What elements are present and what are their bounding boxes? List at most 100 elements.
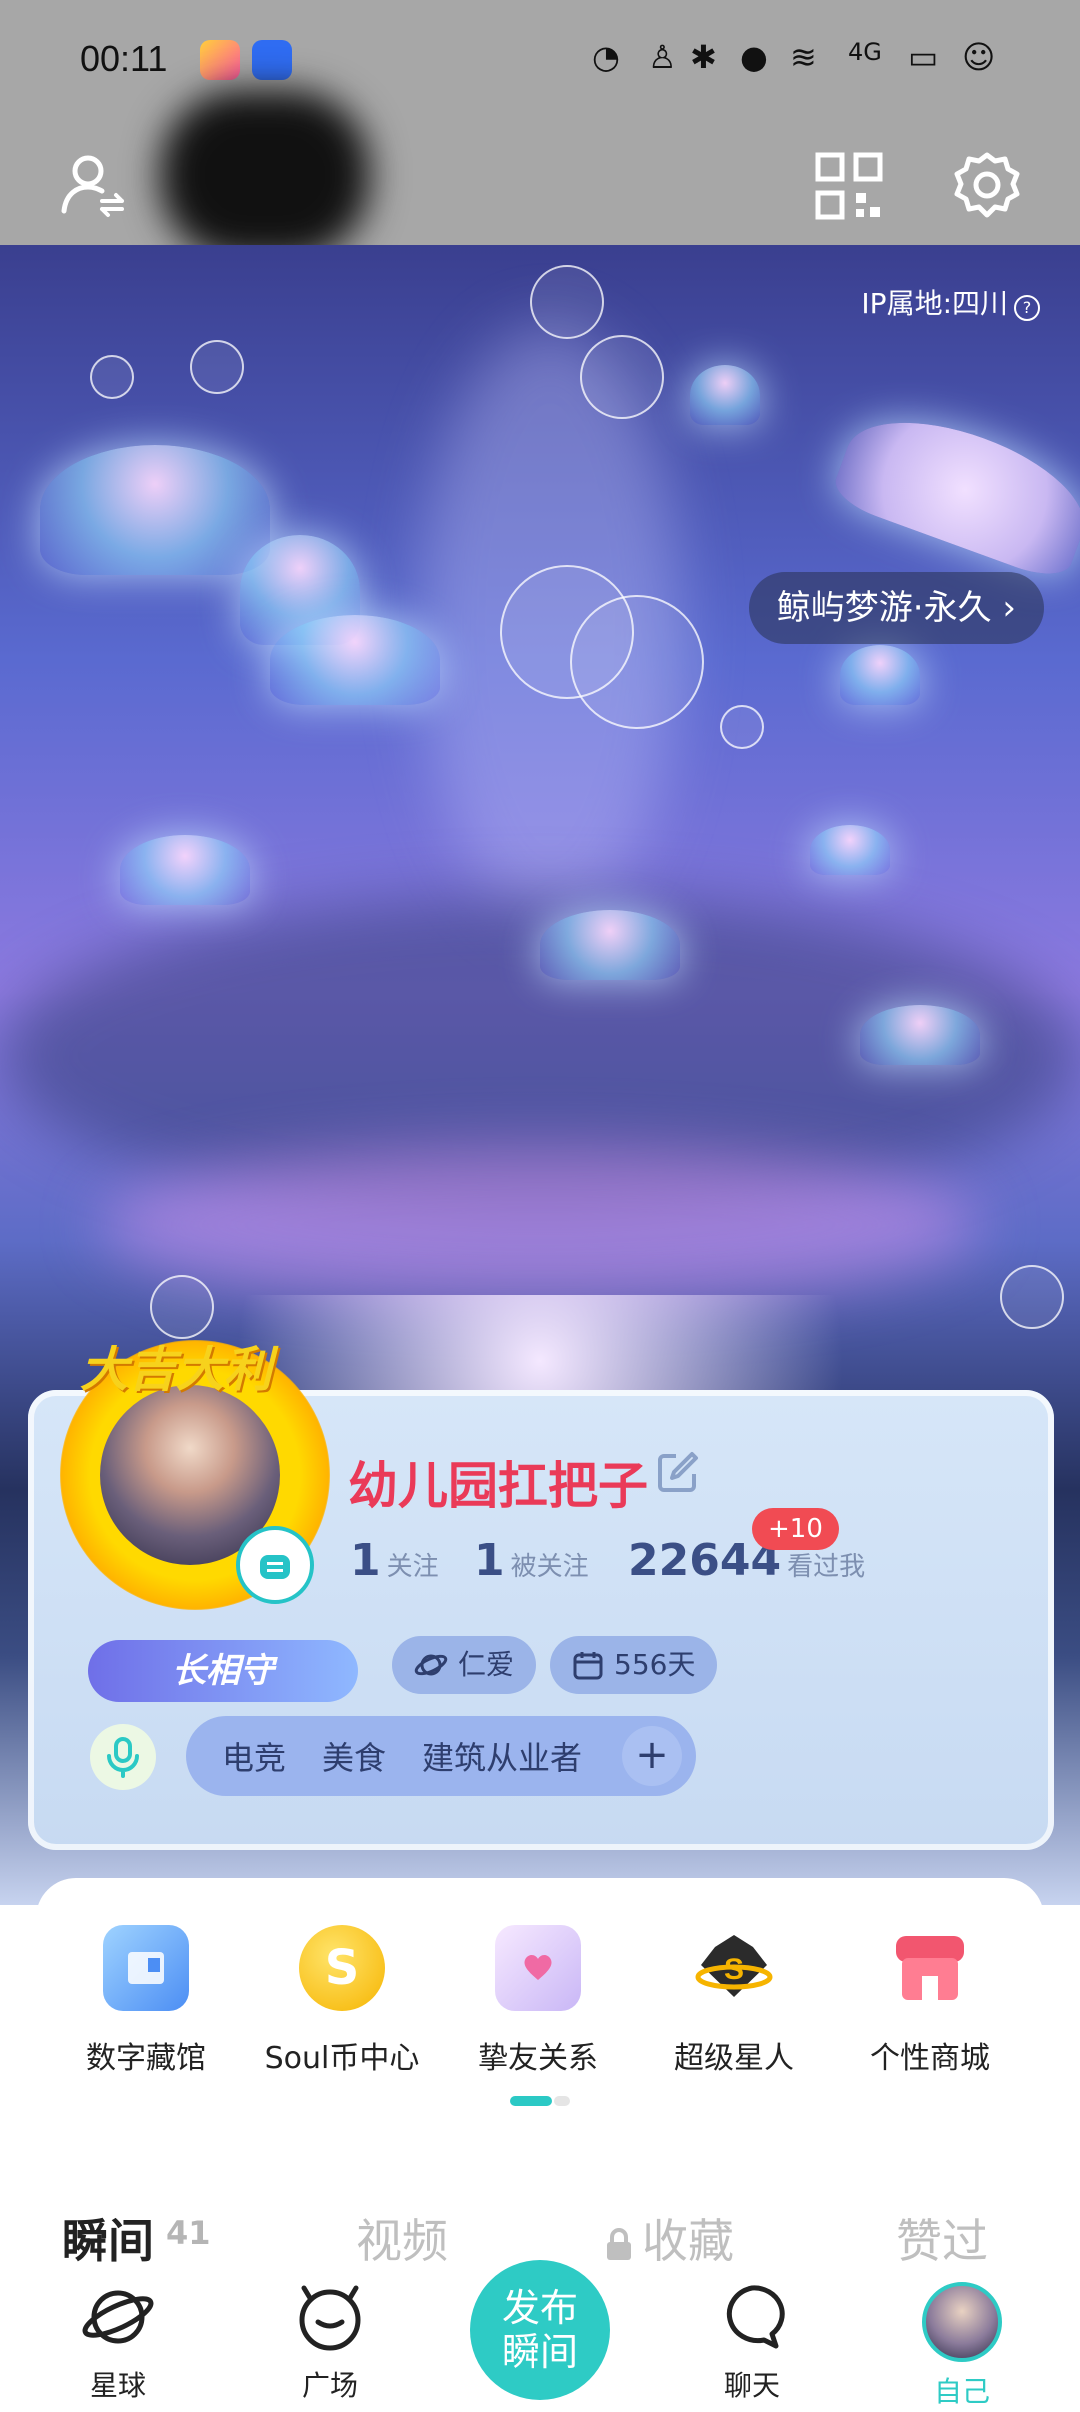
function-label: 挚友关系: [478, 2041, 598, 2076]
app-notification-icon: [200, 40, 240, 80]
followers-stat[interactable]: 1 被关注: [474, 1535, 589, 1586]
function-label: Soul币中心: [264, 2041, 420, 2076]
settings-gear-icon[interactable]: [950, 149, 1024, 223]
jellyfish: [40, 445, 270, 575]
switch-account-icon[interactable]: [58, 151, 128, 221]
trait-chip[interactable]: 仁爱: [392, 1636, 537, 1694]
redacted-area: [160, 90, 370, 260]
jellyfish: [120, 835, 250, 905]
bubble: [720, 705, 764, 749]
function-digital-museum[interactable]: 数字藏馆: [56, 1925, 236, 2077]
days-label: 556天: [614, 1648, 696, 1681]
tag-item[interactable]: 美食: [322, 1733, 386, 1779]
water-reflection: [100, 1145, 980, 1305]
following-count: 1: [350, 1535, 381, 1586]
trait-label: 仁爱: [458, 1648, 515, 1681]
nav-label: 聊天: [723, 2369, 780, 2402]
square-face-icon: [299, 2285, 361, 2351]
jellyfish: [860, 1005, 980, 1065]
tag-item[interactable]: 建筑从业者: [422, 1733, 582, 1779]
jellyfish: [810, 825, 890, 875]
super-star-icon: S: [691, 1925, 777, 2011]
function-shop[interactable]: 个性商城: [840, 1925, 1020, 2077]
tag-item[interactable]: 电竞: [222, 1733, 286, 1779]
page-dot-active: [510, 2096, 552, 2106]
shop-icon: [887, 1925, 973, 2011]
edit-profile-icon[interactable]: [654, 1448, 702, 1496]
publish-label-line2: 瞬间: [501, 2330, 578, 2374]
chevron-right-icon: ›: [1002, 588, 1016, 628]
nav-label: 星球: [89, 2369, 146, 2402]
baidu-notification-icon: [252, 40, 292, 80]
jellyfish: [840, 645, 920, 705]
nav-square[interactable]: 广场: [260, 2282, 400, 2404]
digital-museum-icon: [103, 1925, 189, 2011]
jellyfish: [270, 615, 440, 705]
bubble: [190, 340, 244, 394]
function-label: 超级星人: [674, 2041, 794, 2076]
tab-moments[interactable]: 瞬间: [62, 2205, 154, 2271]
nav-me[interactable]: 自己: [892, 2282, 1032, 2410]
interest-tags: 电竞 美食 建筑从业者 +: [186, 1716, 696, 1796]
add-tag-button[interactable]: +: [622, 1726, 682, 1786]
days-chip[interactable]: 556天: [550, 1636, 718, 1694]
lock-icon: [607, 2227, 631, 2260]
bubble: [530, 265, 604, 339]
soul-coin-icon: S: [299, 1925, 385, 2011]
bluetooth-icon: ✱: [690, 38, 717, 76]
chat-bubble-icon: [726, 2285, 785, 2349]
battery-icon: ▭: [908, 38, 939, 76]
tab-favorites[interactable]: 收藏: [604, 2205, 734, 2271]
following-stat[interactable]: 1 关注: [350, 1535, 439, 1586]
page-indicator: [510, 2096, 570, 2106]
svg-text:S: S: [724, 1953, 744, 1986]
function-label: 个性商城: [870, 2041, 990, 2076]
ip-location-text: IP属地:四川: [861, 287, 1008, 320]
voice-button[interactable]: [90, 1724, 156, 1790]
microphone-icon: [107, 1737, 139, 1778]
new-views-badge: +10: [752, 1508, 839, 1550]
function-super-star[interactable]: S 超级星人: [644, 1925, 824, 2077]
bubble: [570, 595, 704, 729]
profile-avatar-icon: [922, 2282, 1002, 2362]
bubble: [90, 355, 134, 399]
function-friendship[interactable]: 挚友关系: [448, 1925, 628, 2077]
friendship-envelope-icon: [495, 1925, 581, 2011]
alarm-icon: ◔: [592, 38, 620, 76]
nav-label: 广场: [301, 2369, 358, 2402]
guard-badge[interactable]: 长相守: [88, 1640, 358, 1702]
wifi-icon: ≋: [790, 38, 817, 76]
following-label: 关注: [386, 1552, 439, 1582]
planet-icon: [82, 2290, 154, 2344]
pet-icon: ☺: [962, 38, 996, 76]
followers-count: 1: [474, 1535, 505, 1586]
tab-liked[interactable]: 赞过: [896, 2205, 988, 2271]
tab-videos[interactable]: 视频: [356, 2205, 448, 2271]
network-icon: 4G: [848, 38, 882, 66]
avatar-frame-label: 大吉大利: [80, 1342, 273, 1398]
page-dot: [554, 2096, 570, 2106]
views-label: 看过我: [787, 1552, 866, 1582]
planet-small-icon: [414, 1654, 448, 1676]
tab-favorites-label: 收藏: [642, 2214, 734, 2268]
nav-planet[interactable]: 星球: [48, 2282, 188, 2404]
theme-badge-button[interactable]: 鲸屿梦游·永久 ›: [748, 572, 1044, 644]
function-soul-coin[interactable]: S Soul币中心: [252, 1925, 432, 2077]
help-icon[interactable]: ?: [1014, 295, 1040, 321]
moments-count: 41: [166, 2214, 211, 2252]
nav-label: 自己: [933, 2375, 990, 2408]
status-bar: 00:11 ◔ ♙ ✱ ● ≋ 4G ▭ ☺: [0, 0, 1080, 125]
jellyfish: [540, 910, 680, 980]
robot-button[interactable]: [236, 1526, 314, 1604]
robot-icon: [260, 1555, 290, 1579]
bubble: [580, 335, 664, 419]
hd-icon: ●: [740, 38, 768, 76]
nav-chat[interactable]: 聊天: [682, 2282, 822, 2404]
whale: [828, 395, 1080, 585]
theme-badge-label: 鲸屿梦游·永久: [776, 588, 992, 628]
followers-label: 被关注: [510, 1552, 589, 1582]
status-time: 00:11: [80, 38, 168, 79]
publish-moment-button[interactable]: 发布 瞬间: [470, 2260, 610, 2400]
ip-location[interactable]: IP属地:四川?: [861, 282, 1040, 322]
qr-code-icon[interactable]: [814, 151, 884, 221]
